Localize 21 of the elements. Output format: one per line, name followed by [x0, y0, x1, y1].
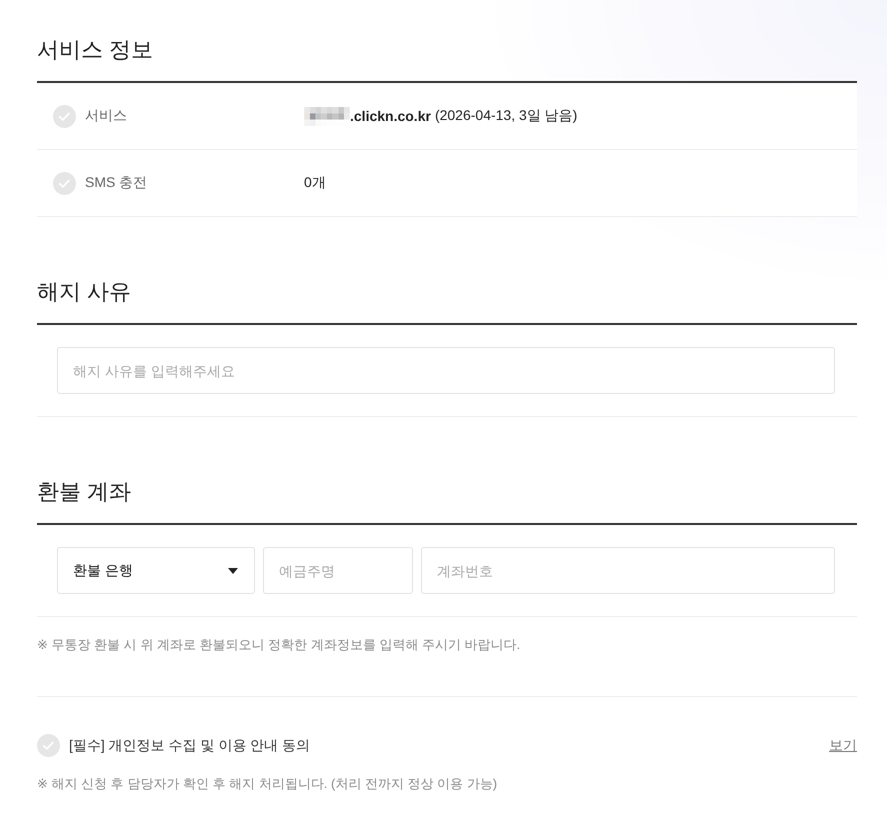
row-value: 0개 [304, 174, 326, 192]
agreement-checkbox[interactable] [37, 734, 60, 757]
refund-notice-text: ※ 무통장 환불 시 위 계좌로 환불되오니 정확한 계좌정보를 입력해 주시기 바랍니다. [37, 636, 520, 654]
domain-text: .clickn.co.kr [350, 108, 431, 124]
account-holder-field[interactable]: 예금주명 [263, 547, 413, 594]
agreement-label: [필수] 개인정보 수집 및 이용 안내 동의 [69, 736, 310, 754]
check-icon [53, 104, 76, 128]
section-title: 환불 계좌 [37, 478, 132, 506]
reason-input-field[interactable]: 해지 사유를 입력해주세요 [57, 347, 835, 394]
account-number-field[interactable]: 계좌번호 [421, 547, 835, 594]
section-title: 해지 사유 [37, 278, 132, 306]
section-title: 서비스 정보 [37, 36, 154, 64]
row-label: SMS 충전 [85, 174, 148, 192]
row-label: 서비스 [85, 107, 127, 125]
expiry-text: (2026-04-13, 3일 남음) [434, 107, 578, 125]
check-icon [53, 172, 76, 194]
view-link[interactable]: 보기 [829, 736, 857, 754]
cancellation-notice-text: ※ 해지 신청 후 담당자가 확인 후 해지 처리됩니다. (처리 전까지 정상 이용 가능) [37, 775, 498, 793]
bank-select[interactable]: 환불 은행 [57, 547, 255, 594]
pixelated-redaction-drawing [304, 106, 350, 126]
caret-icon [228, 568, 238, 574]
